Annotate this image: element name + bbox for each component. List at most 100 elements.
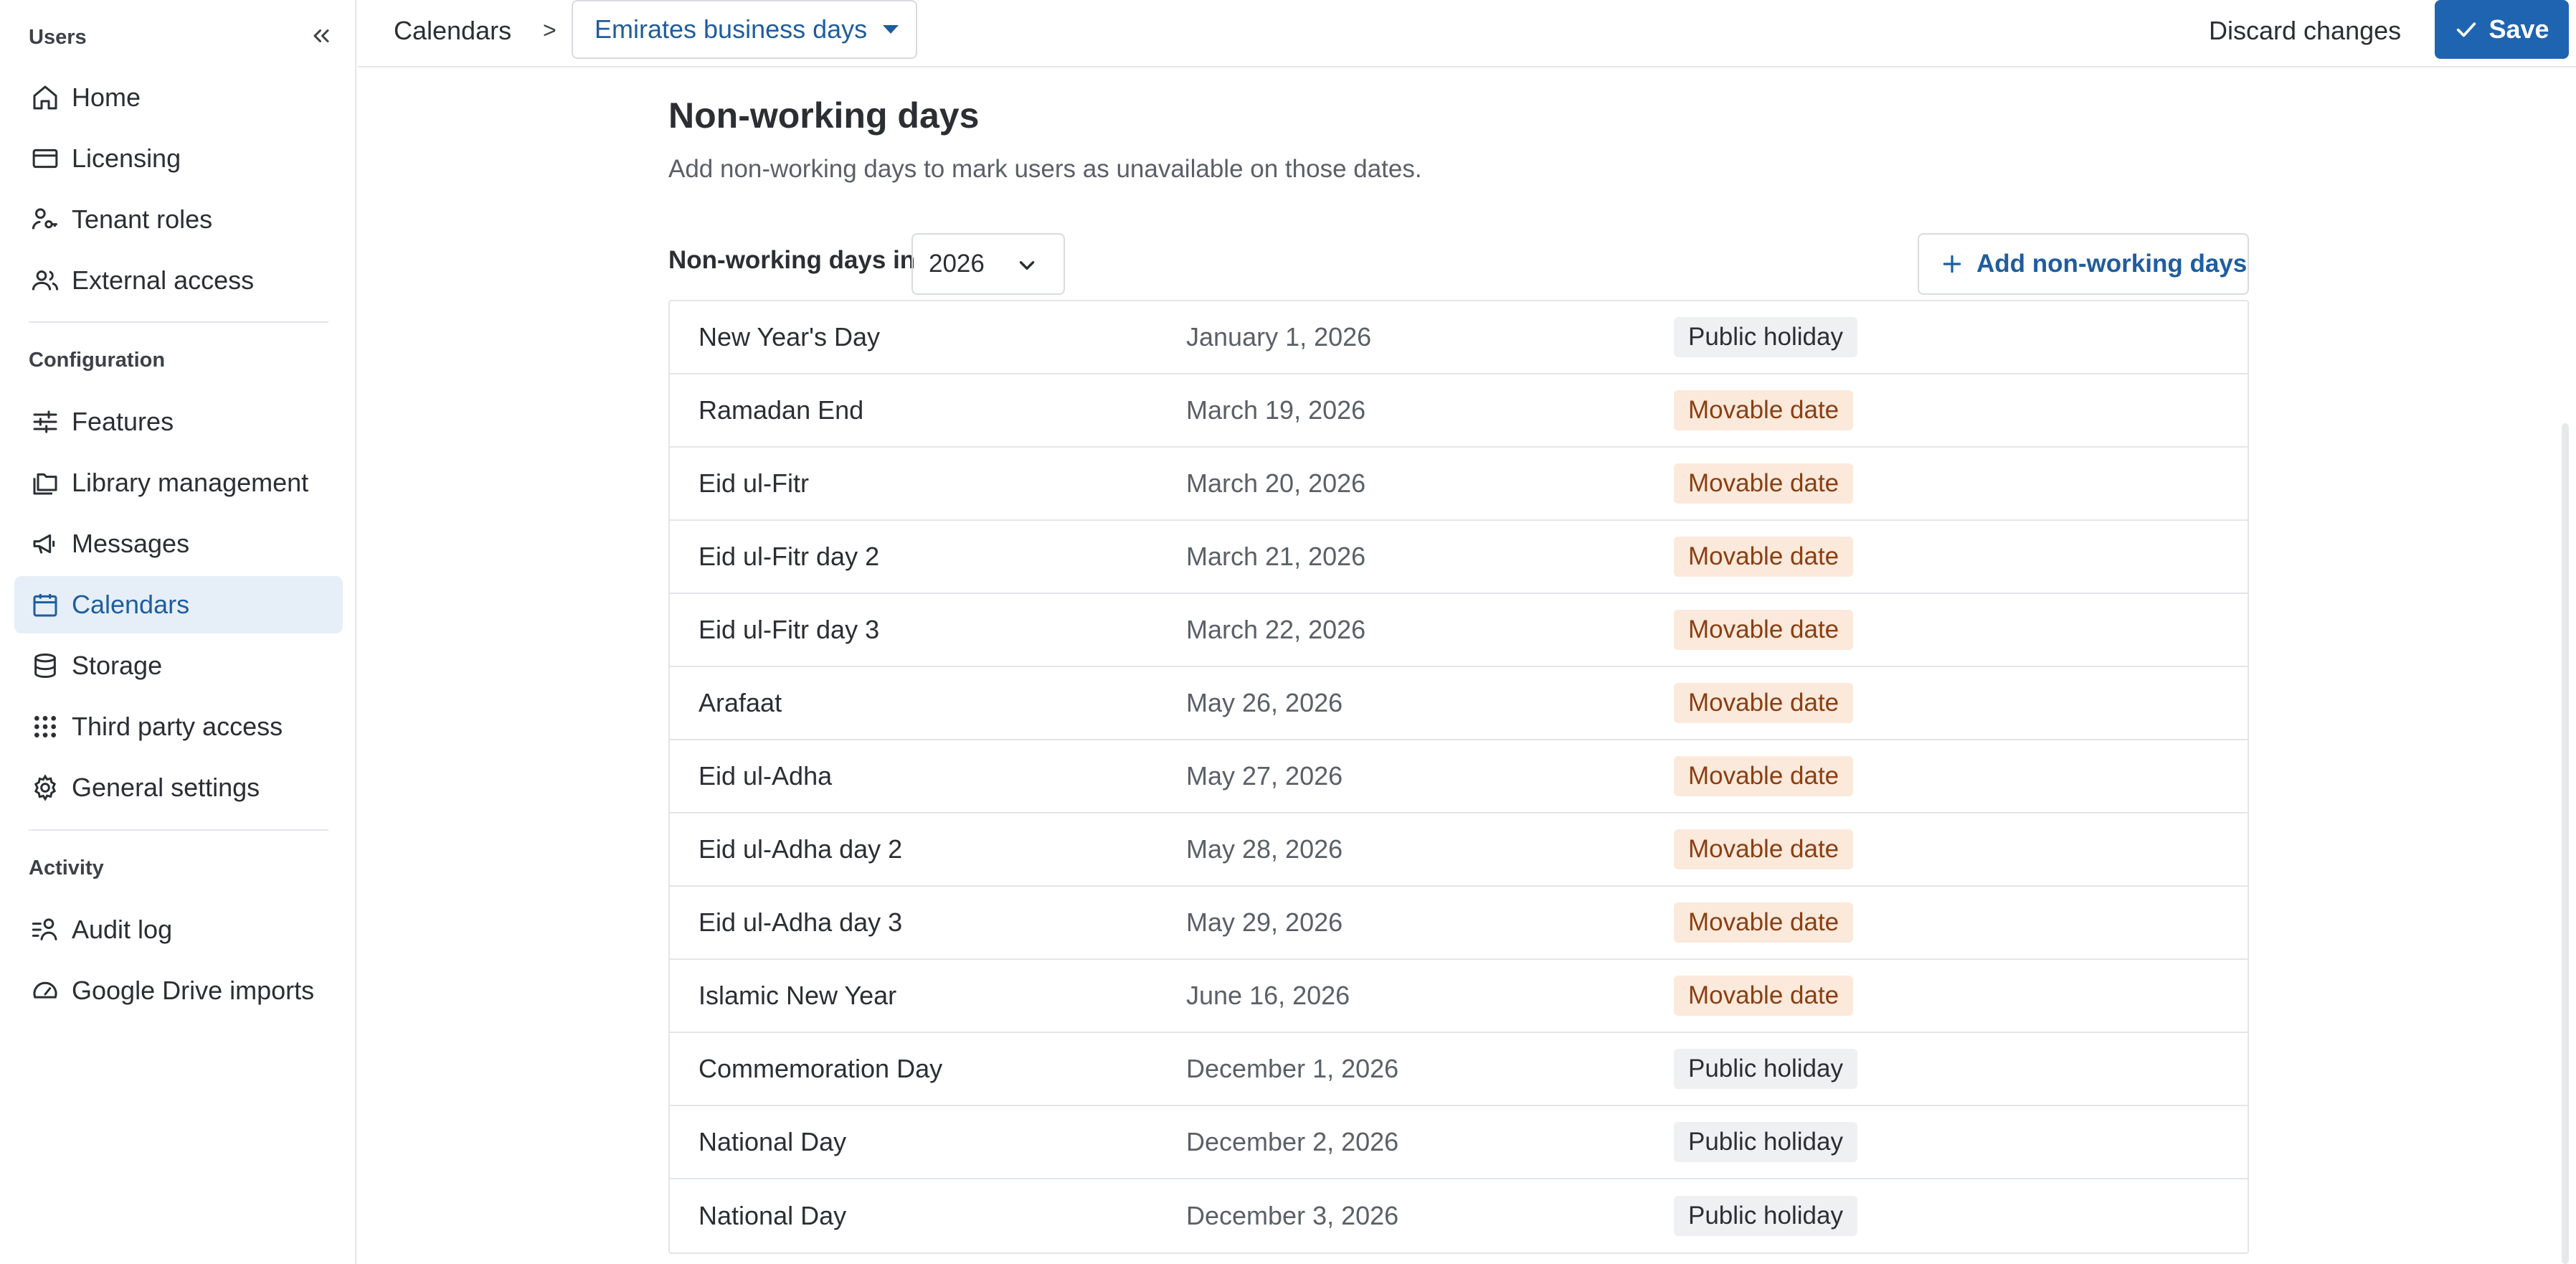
holiday-date: December 3, 2026	[1186, 1201, 1399, 1230]
year-select-value: 2026	[929, 250, 985, 278]
sidebar-item-calendars[interactable]: Calendars	[14, 576, 343, 633]
table-row[interactable]: Eid ul-Fitr March 20, 2026 Movable date	[670, 448, 2248, 521]
table-row[interactable]: Islamic New Year June 16, 2026 Movable dat…	[670, 960, 2248, 1033]
holiday-name: National Day	[699, 1127, 847, 1156]
table-row[interactable]: Eid ul-Adha day 3 May 29, 2026 Movable dat…	[670, 887, 2248, 960]
table-row[interactable]: Arafaat May 26, 2026 Movable date	[670, 667, 2248, 740]
sidebar-item-label: Licensing	[72, 143, 181, 173]
plus-icon	[1943, 255, 1961, 273]
breadcrumb-separator: >	[543, 17, 557, 43]
sidebar-item-messages[interactable]: Messages	[14, 515, 343, 572]
holiday-name: Eid ul-Fitr day 2	[699, 542, 880, 571]
holiday-type-badge: Movable date	[1674, 756, 1854, 796]
table-row[interactable]: Ramadan End March 19, 2026 Movable date	[670, 374, 2248, 448]
add-non-working-days-button[interactable]: Add non-working days	[1918, 233, 2249, 295]
chevron-down-icon	[1019, 261, 1035, 270]
caret-down-icon	[883, 25, 899, 34]
sidebar-item-tenant-roles[interactable]: Tenant roles	[14, 191, 343, 248]
table-row[interactable]: New Year's Day January 1, 2026 Public holi…	[670, 301, 2248, 374]
collapse-sidebar-button[interactable]	[304, 19, 338, 53]
sidebar-item-features[interactable]: Features	[14, 393, 343, 451]
holiday-name: Islamic New Year	[699, 981, 897, 1010]
holiday-type-badge: Public holiday	[1674, 317, 1857, 357]
sidebar-item-licensing[interactable]: Licensing	[14, 130, 343, 187]
sidebar-item-home[interactable]: Home	[14, 69, 343, 126]
sidebar-item-label: External access	[72, 265, 255, 295]
year-filter-label: Non-working days in	[668, 246, 916, 274]
sliders-icon	[27, 404, 63, 440]
double-chevron-left-icon	[313, 29, 329, 42]
holiday-type-badge: Movable date	[1674, 610, 1854, 650]
sidebar-item-google-drive-imports[interactable]: Google Drive imports	[14, 962, 343, 1019]
calendar-icon	[27, 587, 63, 623]
section-label-users: Users	[29, 26, 87, 49]
breadcrumb-calendars-link[interactable]: Calendars	[394, 16, 511, 46]
holiday-type-badge: Movable date	[1674, 463, 1854, 504]
megaphone-icon	[27, 526, 63, 562]
sidebar-item-label: Calendars	[72, 590, 190, 619]
table-row[interactable]: Eid ul-Fitr day 3 March 22, 2026 Movable d…	[670, 594, 2248, 667]
sidebar-item-third-party-access[interactable]: Third party access	[14, 698, 343, 755]
holiday-name: Arafaat	[699, 688, 782, 717]
users-icon	[27, 263, 63, 298]
sidebar-item-label: Features	[72, 407, 174, 436]
holiday-date: January 1, 2026	[1186, 322, 1372, 352]
holiday-type-badge: Public holiday	[1674, 1122, 1857, 1162]
holiday-date: May 26, 2026	[1186, 688, 1343, 717]
holiday-name: Eid ul-Fitr	[699, 468, 810, 498]
holiday-date: December 2, 2026	[1186, 1127, 1399, 1156]
sidebar-item-label: Tenant roles	[72, 204, 213, 234]
add-button-label: Add non-working days	[1976, 250, 2248, 278]
holiday-type-badge: Movable date	[1674, 537, 1854, 577]
save-button[interactable]: Save	[2435, 0, 2569, 59]
top-bar: Calendars > Emirates business days Disca…	[358, 0, 2576, 67]
sidebar-item-label: Home	[72, 82, 141, 112]
sidebar-divider	[29, 321, 328, 323]
credit-card-icon	[27, 141, 63, 176]
table-row[interactable]: Eid ul-Fitr day 2 March 21, 2026 Movable d…	[670, 521, 2248, 594]
holiday-date: May 29, 2026	[1186, 907, 1343, 937]
sidebar-item-library-management[interactable]: Library management	[14, 454, 343, 511]
gauge-icon	[27, 973, 63, 1009]
calendar-selector-label: Emirates business days	[595, 14, 868, 44]
sidebar-item-external-access[interactable]: External access	[14, 252, 343, 309]
sidebar-item-audit-log[interactable]: Audit log	[14, 901, 343, 958]
user-list-icon	[27, 912, 63, 948]
year-select[interactable]: 2026	[911, 233, 1065, 295]
holiday-type-badge: Movable date	[1674, 683, 1854, 723]
table-row[interactable]: Eid ul-Adha day 2 May 28, 2026 Movable dat…	[670, 813, 2248, 887]
holiday-name: Commemoration Day	[699, 1054, 943, 1083]
save-button-label: Save	[2489, 14, 2549, 44]
discard-changes-button[interactable]: Discard changes	[2209, 16, 2401, 46]
calendar-selector-dropdown[interactable]: Emirates business days	[572, 0, 917, 59]
sidebar-item-general-settings[interactable]: General settings	[14, 759, 343, 816]
database-icon	[27, 648, 63, 684]
table-row[interactable]: Eid ul-Adha May 27, 2026 Movable date	[670, 740, 2248, 813]
holiday-date: May 27, 2026	[1186, 761, 1343, 791]
scrollbar[interactable]	[2562, 423, 2569, 1264]
holiday-name: National Day	[699, 1201, 847, 1230]
page-subtitle: Add non-working days to mark users as un…	[668, 155, 1422, 183]
table-row[interactable]: National Day December 3, 2026 Public holid…	[670, 1179, 2248, 1253]
holiday-type-badge: Movable date	[1674, 976, 1854, 1016]
home-icon	[27, 80, 63, 115]
sidebar-item-label: Library management	[72, 468, 309, 497]
holiday-name: Eid ul-Adha day 2	[699, 834, 903, 864]
sidebar-divider	[29, 829, 328, 831]
table-row[interactable]: National Day December 2, 2026 Public holid…	[670, 1106, 2248, 1179]
holiday-type-badge: Public holiday	[1674, 1196, 1857, 1236]
holiday-date: December 1, 2026	[1186, 1054, 1399, 1083]
holiday-type-badge: Movable date	[1674, 829, 1854, 869]
sidebar-item-storage[interactable]: Storage	[14, 637, 343, 694]
table-row[interactable]: Commemoration Day December 1, 2026 Public …	[670, 1033, 2248, 1106]
sidebar-item-label: Messages	[72, 529, 190, 558]
check-icon	[2457, 22, 2476, 37]
holiday-date: May 28, 2026	[1186, 834, 1343, 864]
sidebar-item-label: Audit log	[72, 915, 173, 944]
sidebar-item-label: General settings	[72, 773, 260, 802]
holiday-name: Eid ul-Adha day 3	[699, 907, 903, 937]
sidebar-item-label: Google Drive imports	[72, 976, 315, 1005]
holiday-date: March 22, 2026	[1186, 615, 1366, 644]
holiday-type-badge: Movable date	[1674, 902, 1854, 943]
grid-dots-icon	[27, 709, 63, 745]
